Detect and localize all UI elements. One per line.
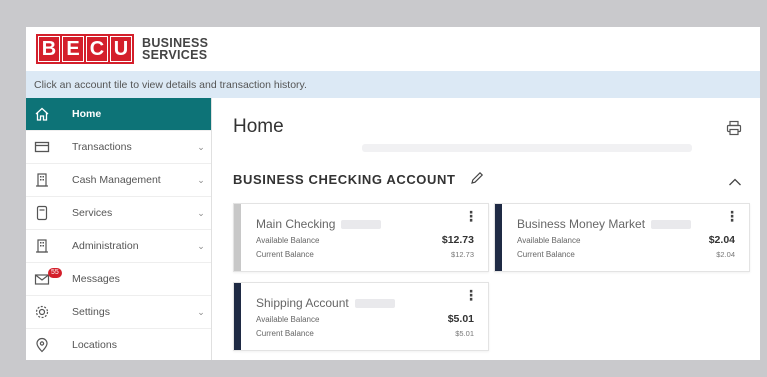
sidebar-item-services[interactable]: Services ⌄ (26, 197, 211, 230)
sidebar-item-home[interactable]: Home (26, 98, 211, 131)
chevron-down-icon: ⌄ (197, 207, 205, 218)
account-tile-business-money-market[interactable]: Business Money Market Available Balance … (494, 203, 750, 272)
account-name-text: Shipping Account (256, 296, 349, 310)
page-title: Home (233, 116, 284, 137)
info-banner: Click an account tile to view details an… (26, 71, 760, 98)
current-balance-value: $2.04 (716, 250, 735, 259)
building-icon (34, 172, 50, 188)
available-balance-label: Available Balance (517, 236, 581, 245)
current-balance-label: Current Balance (256, 329, 314, 338)
masked-text (362, 144, 692, 152)
logo-text-line2: SERVICES (142, 48, 208, 62)
account-tile-main-checking[interactable]: Main Checking Available Balance Current … (233, 203, 489, 272)
sidebar-item-label: Transactions (72, 141, 132, 153)
main-content: Home BUSINESS CHECKING ACCOUNT Main Chec… (212, 98, 760, 360)
account-name-text: Main Checking (256, 217, 336, 231)
print-icon[interactable] (726, 120, 742, 141)
logo-letter: C (86, 36, 108, 62)
unread-badge: 55 (48, 268, 62, 278)
app-window: B E C U BUSINESS SERVICES Click an accou… (26, 27, 760, 360)
available-balance-value: $2.04 (708, 234, 735, 246)
building-icon (34, 238, 50, 254)
gear-icon (34, 304, 50, 320)
sidebar-item-label: Services (72, 207, 113, 219)
logo-letters: B E C U (36, 34, 134, 64)
account-color-bar (234, 283, 241, 350)
header: B E C U BUSINESS SERVICES (26, 27, 760, 71)
current-balance-label: Current Balance (517, 250, 575, 259)
sidebar-item-transactions[interactable]: Transactions ⌄ (26, 131, 211, 164)
becu-logo[interactable]: B E C U BUSINESS SERVICES (36, 34, 208, 64)
info-banner-text: Click an account tile to view details an… (34, 78, 307, 91)
home-icon (34, 106, 50, 122)
content-layout: Home Transactions ⌄ Cash Management ⌄ Se… (26, 98, 760, 360)
logo-letter: E (62, 36, 84, 62)
sidebar-item-label: Locations (72, 339, 117, 351)
account-tile-shipping-account[interactable]: Shipping Account Available Balance Curre… (233, 282, 489, 351)
card-icon (34, 139, 50, 155)
masked-account-number (341, 220, 382, 230)
chevron-down-icon: ⌄ (197, 240, 205, 251)
document-icon (34, 205, 50, 221)
account-name-text: Business Money Market (517, 217, 646, 231)
more-options-icon[interactable]: ⋮ (464, 288, 478, 302)
chevron-down-icon: ⌄ (197, 306, 205, 317)
chevron-down-icon: ⌄ (197, 141, 205, 152)
available-balance-value: $12.73 (441, 234, 474, 246)
account-name: Shipping Account (256, 296, 395, 310)
account-color-bar (234, 204, 241, 271)
chevron-down-icon: ⌄ (197, 174, 205, 185)
sidebar-item-label: Administration (72, 240, 139, 252)
account-name: Business Money Market (517, 217, 692, 231)
available-balance-label: Available Balance (256, 315, 320, 324)
more-options-icon[interactable]: ⋮ (464, 209, 478, 223)
chevron-up-icon[interactable] (728, 174, 742, 192)
location-pin-icon (34, 337, 50, 353)
logo-letter: U (110, 36, 132, 62)
sidebar-item-label: Cash Management (72, 174, 161, 186)
account-name: Main Checking (256, 217, 382, 231)
sidebar-item-messages[interactable]: 55 Messages (26, 263, 211, 296)
more-options-icon[interactable]: ⋮ (725, 209, 739, 223)
sidebar: Home Transactions ⌄ Cash Management ⌄ Se… (26, 98, 212, 360)
masked-account-number (651, 220, 692, 230)
sidebar-item-locations[interactable]: Locations (26, 329, 211, 360)
sidebar-item-label: Home (72, 108, 102, 120)
sidebar-item-cash-management[interactable]: Cash Management ⌄ (26, 164, 211, 197)
masked-account-number (354, 299, 395, 309)
section-title: BUSINESS CHECKING ACCOUNT (233, 172, 456, 187)
pencil-icon[interactable] (470, 171, 484, 188)
sidebar-item-settings[interactable]: Settings ⌄ (26, 296, 211, 329)
account-color-bar (495, 204, 502, 271)
sidebar-item-label: Settings (72, 306, 110, 318)
sidebar-item-administration[interactable]: Administration ⌄ (26, 230, 211, 263)
available-balance-value: $5.01 (447, 313, 474, 325)
current-balance-value: $12.73 (451, 250, 474, 259)
available-balance-label: Available Balance (256, 236, 320, 245)
logo-letter: B (38, 36, 60, 62)
current-balance-value: $5.01 (455, 329, 474, 338)
logo-text: BUSINESS SERVICES (142, 37, 208, 62)
sidebar-item-label: Messages (72, 273, 120, 285)
current-balance-label: Current Balance (256, 250, 314, 259)
section-header: BUSINESS CHECKING ACCOUNT (233, 171, 484, 188)
